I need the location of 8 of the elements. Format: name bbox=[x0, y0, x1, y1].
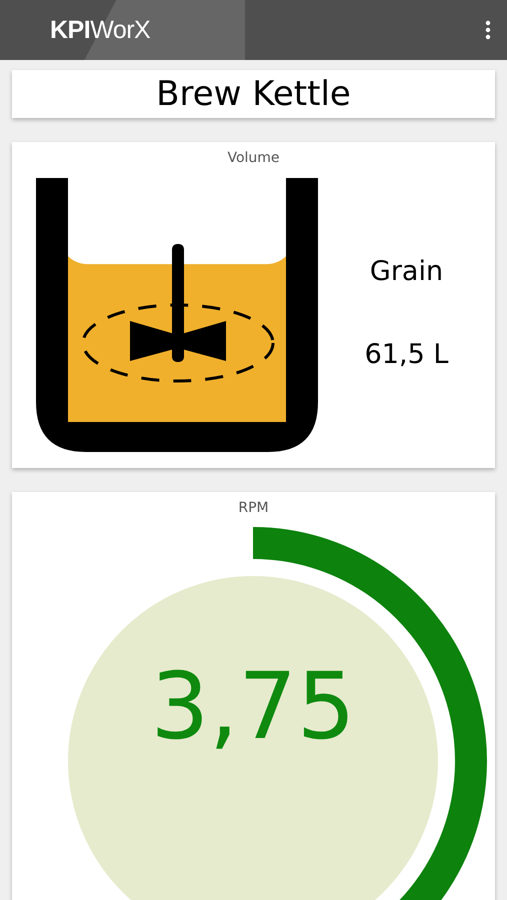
gauge-value: 3,75 bbox=[150, 653, 356, 760]
volume-reading: 61,5 L bbox=[364, 339, 448, 370]
card-title: Volume bbox=[227, 149, 280, 166]
page-title: Brew Kettle bbox=[156, 74, 351, 114]
material-label: Grain bbox=[370, 256, 444, 287]
card-title: RPM bbox=[238, 499, 269, 516]
menu-icon[interactable] bbox=[485, 20, 491, 40]
app-logo: KPIWorX bbox=[50, 16, 150, 44]
